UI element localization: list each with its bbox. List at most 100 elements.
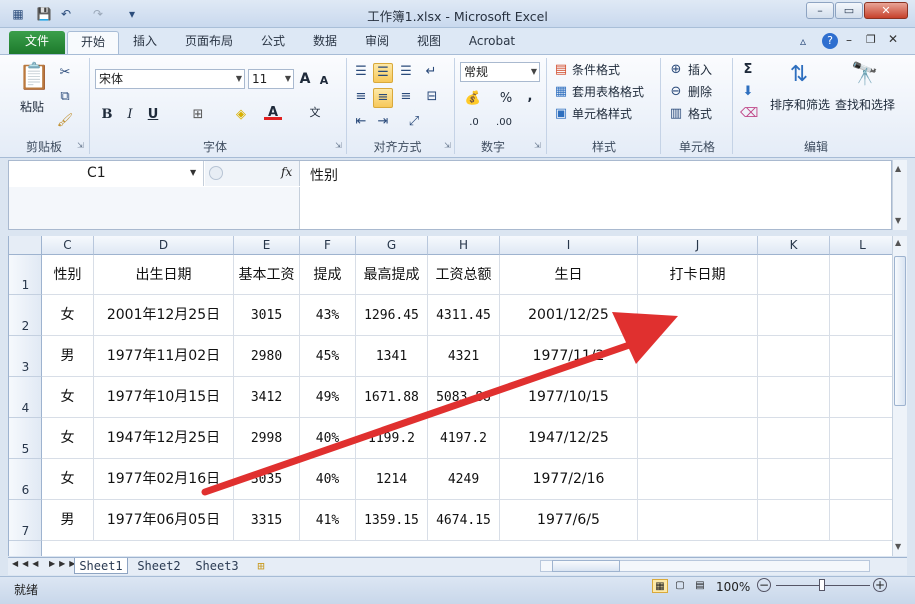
formula-scroll-up-icon[interactable]: ▲ (895, 164, 901, 173)
worksheet-grid[interactable]: CDEFGHIJKL 1 性别 出生日期 基本工资 提成 最高提成 工资总额 生日 打卡日期 2 女… (8, 236, 892, 556)
cut-icon[interactable]: ✂ (56, 64, 74, 82)
cell-K2[interactable] (758, 295, 830, 336)
cell-E5[interactable]: 2998 (234, 418, 300, 459)
row-header[interactable]: 6 (9, 459, 42, 500)
cell-G2[interactable]: 1296.45 (356, 295, 428, 336)
font-size-combo[interactable]: 11 ▼ (248, 69, 294, 89)
delete-cells-button[interactable]: 删除 (688, 83, 712, 100)
cell-L4[interactable] (830, 377, 892, 418)
scroll-down-icon[interactable]: ▼ (895, 542, 901, 551)
cell-C4[interactable]: 女 (42, 377, 94, 418)
restore-button[interactable]: ▭ (835, 2, 863, 19)
cell-J3[interactable] (638, 336, 758, 377)
cell-H1[interactable]: 工资总额 (428, 255, 500, 295)
formula-scroll-down-icon[interactable]: ▼ (895, 216, 901, 225)
cell-L7[interactable] (830, 500, 892, 541)
cell-F7[interactable]: 41% (300, 500, 356, 541)
cell-F1[interactable]: 提成 (300, 255, 356, 295)
tab-data[interactable]: 数据 (304, 31, 346, 54)
tab-acrobat[interactable]: Acrobat (462, 31, 522, 54)
format-cells-button[interactable]: 格式 (688, 105, 712, 122)
minimize-button[interactable]: – (806, 2, 834, 19)
cell-D5[interactable]: 1947年12月25日 (94, 418, 234, 459)
row-header[interactable]: 1 (9, 255, 42, 295)
insert-function-button[interactable]: fx (281, 165, 292, 179)
sheet-tab-3[interactable]: Sheet3 (190, 558, 244, 574)
help-icon[interactable]: ? (822, 33, 838, 49)
find-select-icon[interactable]: 🔭 (850, 60, 880, 90)
row-header[interactable]: 4 (9, 377, 42, 418)
underline-button[interactable]: U (145, 106, 161, 124)
insert-cells-button[interactable]: 插入 (688, 61, 712, 78)
vertical-scroll-thumb[interactable] (894, 256, 906, 406)
cell-D7[interactable]: 1977年06月05日 (94, 500, 234, 541)
tab-insert[interactable]: 插入 (124, 31, 166, 54)
scroll-up-icon[interactable]: ▲ (895, 238, 901, 247)
conditional-format-icon[interactable]: ▤ (553, 61, 569, 79)
cell-I1[interactable]: 生日 (500, 255, 638, 295)
column-header-F[interactable]: F (300, 236, 356, 255)
cell-I6[interactable]: 1977/2/16 (500, 459, 638, 500)
cell-C6[interactable]: 女 (42, 459, 94, 500)
cell-H6[interactable]: 4249 (428, 459, 500, 500)
row-header[interactable]: 5 (9, 418, 42, 459)
cell-C3[interactable]: 男 (42, 336, 94, 377)
cell-D1[interactable]: 出生日期 (94, 255, 234, 295)
format-painter-icon[interactable]: 🖌 (56, 112, 74, 130)
doc-restore-icon[interactable]: ❐ (866, 33, 876, 46)
cell-G3[interactable]: 1341 (356, 336, 428, 377)
column-header-J[interactable]: J (638, 236, 758, 255)
clipboard-launcher-icon[interactable]: ⇲ (77, 141, 86, 150)
cell-I5[interactable]: 1947/12/25 (500, 418, 638, 459)
tab-page-layout[interactable]: 页面布局 (176, 31, 242, 54)
column-header-E[interactable]: E (234, 236, 300, 255)
doc-close-icon[interactable]: ✕ (888, 32, 898, 46)
zoom-out-icon[interactable]: − (757, 578, 771, 592)
cell-L5[interactable] (830, 418, 892, 459)
sheet-tab-2[interactable]: Sheet2 (132, 558, 186, 574)
cell-E1[interactable]: 基本工资 (234, 255, 300, 295)
cell-L1[interactable] (830, 255, 892, 295)
align-center-icon[interactable]: ≡ (373, 88, 393, 108)
percent-button[interactable]: % (498, 90, 514, 108)
formula-bar-resize-handle[interactable] (209, 166, 223, 180)
cell-H5[interactable]: 4197.2 (428, 418, 500, 459)
row-header[interactable] (9, 541, 42, 556)
italic-button[interactable]: I (122, 106, 138, 124)
increase-decimal-button[interactable]: .0 (462, 114, 486, 132)
cell-styles-button[interactable]: 单元格样式 (572, 105, 632, 122)
cell-H4[interactable]: 5083.88 (428, 377, 500, 418)
copy-icon[interactable]: ⧉ (56, 88, 74, 106)
tab-home[interactable]: 开始 (67, 31, 119, 54)
cell-G7[interactable]: 1359.15 (356, 500, 428, 541)
cell-D3[interactable]: 1977年11月02日 (94, 336, 234, 377)
cell-E4[interactable]: 3412 (234, 377, 300, 418)
cell-K1[interactable] (758, 255, 830, 295)
sheet-tab-1[interactable]: Sheet1 (74, 558, 128, 574)
wrap-text-icon[interactable]: ↵ (422, 63, 440, 81)
number-format-combo[interactable]: 常规 ▼ (460, 62, 540, 82)
number-launcher-icon[interactable]: ⇲ (534, 141, 543, 150)
decrease-indent-icon[interactable]: ⇤ (352, 113, 370, 131)
cell-J7[interactable] (638, 500, 758, 541)
select-all-corner[interactable] (9, 236, 42, 255)
tab-view[interactable]: 视图 (408, 31, 450, 54)
row-header[interactable]: 2 (9, 295, 42, 336)
tab-review[interactable]: 审阅 (356, 31, 398, 54)
cell-C5[interactable]: 女 (42, 418, 94, 459)
align-top-icon[interactable]: ☰ (352, 63, 370, 81)
conditional-format-button[interactable]: 条件格式 (572, 61, 620, 78)
zoom-slider-thumb[interactable] (819, 579, 825, 591)
alignment-launcher-icon[interactable]: ⇲ (444, 141, 453, 150)
cell-C1[interactable]: 性别 (42, 255, 94, 295)
row-header[interactable]: 7 (9, 500, 42, 541)
doc-minimize-icon[interactable]: – (846, 33, 852, 47)
cell-K4[interactable] (758, 377, 830, 418)
insert-sheet-icon[interactable]: ⊞ (250, 558, 272, 574)
shrink-font-icon[interactable]: A (318, 72, 330, 90)
cell-G5[interactable]: 1199.2 (356, 418, 428, 459)
font-color-icon[interactable]: A (264, 104, 282, 120)
bold-button[interactable]: B (99, 106, 115, 124)
cell-I4[interactable]: 1977/10/15 (500, 377, 638, 418)
cell-F2[interactable]: 43% (300, 295, 356, 336)
